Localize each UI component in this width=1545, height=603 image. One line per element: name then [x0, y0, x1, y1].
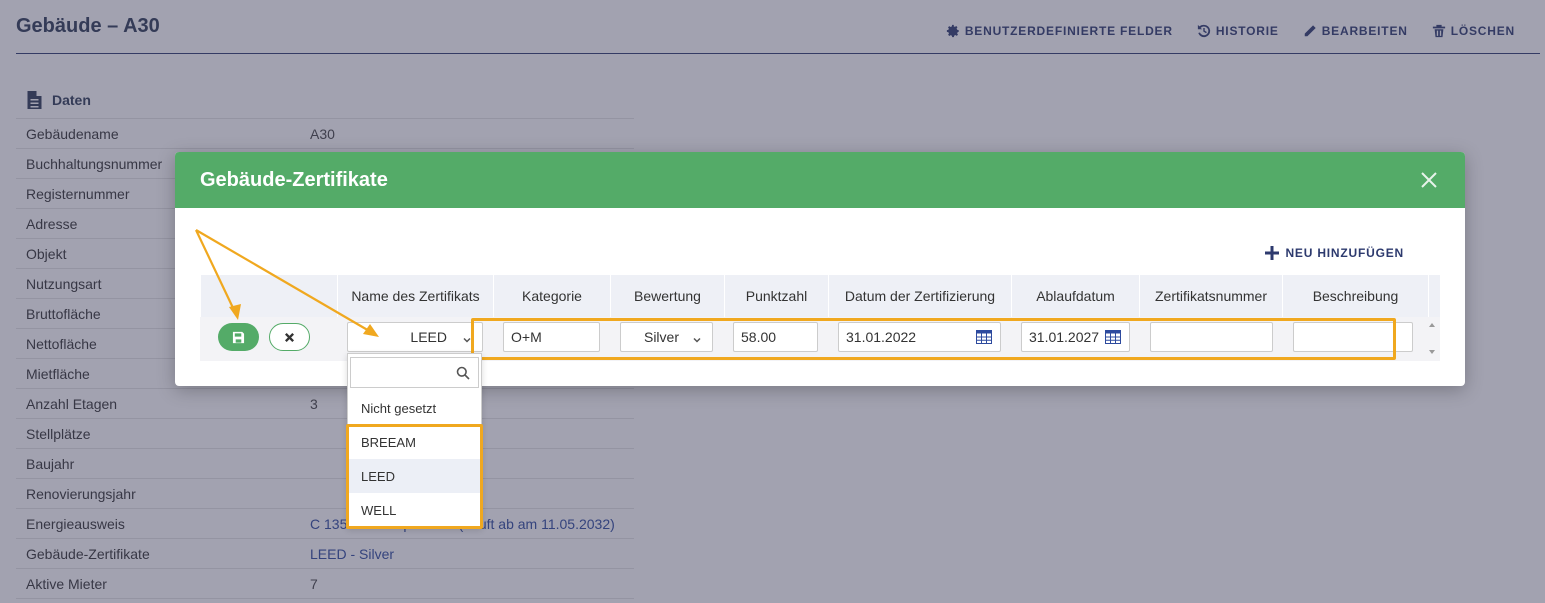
close-button[interactable]	[1419, 170, 1439, 190]
dropdown-option-well[interactable]: WELL	[348, 493, 481, 527]
score-value: 58.00	[741, 329, 777, 345]
grid-header: Name des Zertifikats Kategorie Bewertung…	[200, 275, 1440, 317]
description-input[interactable]	[1293, 322, 1413, 352]
modal-title: Gebäude-Zertifikate	[200, 168, 388, 191]
calendar-icon[interactable]	[1105, 330, 1121, 344]
add-new-button[interactable]: NEU HINZUFÜGEN	[1265, 246, 1404, 260]
grid-header-actions	[200, 275, 337, 317]
col-header-cert-number[interactable]: Zertifikatsnummer	[1139, 275, 1282, 317]
certificates-grid: Name des Zertifikats Kategorie Bewertung…	[200, 275, 1440, 361]
cancel-button[interactable]	[269, 323, 310, 351]
rating-value: Silver	[643, 329, 679, 345]
col-header-description[interactable]: Beschreibung	[1282, 275, 1428, 317]
col-header-cert-date[interactable]: Datum der Zertifizierung	[828, 275, 1011, 317]
dropdown-search-input[interactable]	[350, 357, 479, 388]
col-header-expiry[interactable]: Ablaufdatum	[1011, 275, 1139, 317]
certificates-modal: Gebäude-Zertifikate NEU HINZUFÜGEN Name …	[175, 152, 1465, 386]
dropdown-option-not-set[interactable]: Nicht gesetzt	[348, 391, 481, 425]
col-header-rating[interactable]: Bewertung	[610, 275, 724, 317]
certificate-name-select[interactable]: LEED	[347, 322, 483, 352]
expiry-date-input[interactable]: 31.01.2027	[1021, 322, 1130, 352]
expiry-date-value: 31.01.2027	[1029, 329, 1100, 345]
scroll-up-arrow[interactable]	[1429, 323, 1435, 327]
col-header-score[interactable]: Punktzahl	[724, 275, 828, 317]
save-icon	[232, 331, 245, 343]
certificate-number-input[interactable]	[1150, 322, 1273, 352]
close-icon	[1421, 172, 1437, 188]
chevron-down-icon	[462, 332, 472, 343]
save-button[interactable]	[218, 323, 259, 351]
modal-header: Gebäude-Zertifikate	[175, 152, 1465, 208]
rating-select[interactable]: Silver	[620, 322, 713, 352]
dropdown-option-leed[interactable]: LEED	[348, 459, 481, 493]
add-new-label: NEU HINZUFÜGEN	[1285, 246, 1404, 260]
category-value: O+M	[511, 329, 542, 345]
close-icon	[284, 332, 295, 342]
col-header-name[interactable]: Name des Zertifikats	[337, 275, 493, 317]
certification-date-input[interactable]: 31.01.2022	[838, 322, 1001, 352]
category-input[interactable]: O+M	[503, 322, 600, 352]
grid-header-scroll-gutter	[1428, 275, 1440, 317]
score-input[interactable]: 58.00	[733, 322, 818, 352]
calendar-icon[interactable]	[976, 330, 992, 344]
col-header-category[interactable]: Kategorie	[493, 275, 610, 317]
plus-icon	[1265, 246, 1280, 260]
certificate-name-dropdown: Nicht gesetzt BREEAM LEED WELL	[347, 353, 482, 528]
dropdown-option-breeam[interactable]: BREEAM	[348, 425, 481, 459]
search-icon	[456, 366, 470, 380]
certificate-name-value: LEED	[410, 329, 447, 345]
scroll-down-arrow[interactable]	[1429, 350, 1435, 354]
chevron-down-icon	[692, 332, 702, 343]
certification-date-value: 31.01.2022	[846, 329, 917, 345]
